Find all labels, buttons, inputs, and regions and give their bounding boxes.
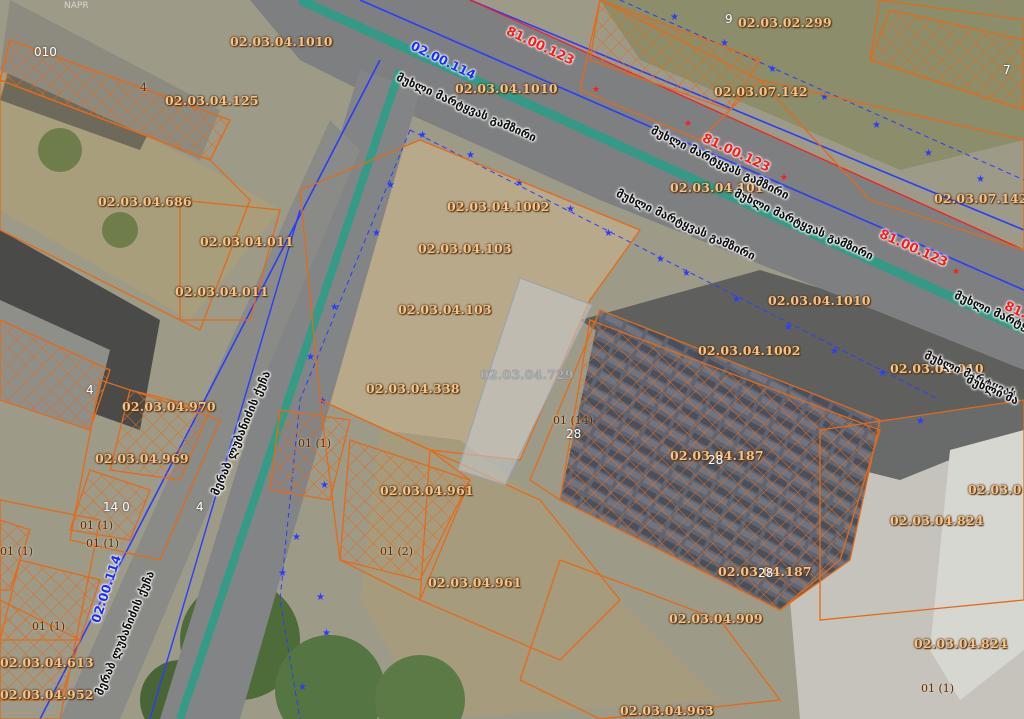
building-number: 28 (758, 566, 774, 580)
svg-text:★: ★ (682, 268, 691, 279)
parcel-label[interactable]: 02.03.04.338 (366, 381, 460, 396)
svg-text:★: ★ (976, 174, 985, 185)
svg-text:★: ★ (878, 368, 887, 379)
svg-text:★: ★ (566, 204, 575, 215)
parcel-label[interactable]: 02.03.04.969 (95, 451, 189, 466)
building-number: 01 (1) (921, 682, 955, 695)
svg-text:★: ★ (916, 416, 925, 427)
svg-text:★: ★ (372, 228, 381, 239)
parcel-label[interactable]: 02.03.04.011 (200, 234, 294, 249)
building-number: 01 (14) (553, 414, 594, 427)
parcel-label[interactable]: 02.03.04.729 (480, 367, 574, 382)
svg-text:★: ★ (784, 322, 793, 333)
building-number: 14 0 (103, 500, 130, 514)
svg-text:★: ★ (830, 346, 839, 357)
svg-text:★: ★ (386, 180, 395, 191)
building-number: 28 (566, 427, 582, 441)
parcel-label[interactable]: 02.03.04.909 (669, 611, 763, 626)
parcel-label[interactable]: 02.03.04.824 (914, 636, 1008, 651)
building-number: 9 (725, 12, 733, 26)
svg-text:★: ★ (768, 64, 777, 75)
cadastral-map[interactable]: ★ ★ ★ ★ ★ ★ ★ ★ ★ ★ ★ ★ ★ ★ ★ ★ ★ ★ ★ ★ ★ ★ ★ ★ ★ ★ ★ ★ ★ ★ (0, 0, 1024, 719)
svg-text:★: ★ (322, 628, 331, 639)
building-number: 01 (1) (32, 620, 66, 633)
building-number: 7 (1003, 63, 1011, 77)
svg-text:★: ★ (604, 228, 613, 239)
parcel-label[interactable]: 02.03.04.1010 (768, 293, 871, 308)
building-number: 4 (196, 500, 204, 514)
svg-text:★: ★ (316, 592, 325, 603)
watermark: NAPR (64, 1, 89, 11)
svg-text:★: ★ (330, 302, 339, 313)
svg-text:★: ★ (872, 120, 881, 131)
building-number: 01 (1) (298, 437, 332, 450)
parcel-label[interactable]: 02.03.04.970 (122, 399, 216, 414)
parcel-label[interactable]: 02.03.02.299 (738, 15, 832, 30)
parcel-label[interactable]: 02.03.04.1002 (698, 343, 801, 358)
parcel-label[interactable]: 02.03.04.961 (380, 483, 474, 498)
svg-text:★: ★ (670, 12, 679, 23)
parcel-label[interactable]: 02.03.04.686 (98, 194, 192, 209)
parcel-label[interactable]: 02.03.04.103 (418, 241, 512, 256)
parcel-label[interactable]: 02.03.04.125 (165, 93, 259, 108)
svg-text:★: ★ (292, 532, 301, 543)
svg-text:★: ★ (780, 173, 788, 183)
building-number: 01 (2) (380, 545, 414, 558)
svg-text:★: ★ (298, 682, 307, 693)
parcel-label[interactable]: 02.03.07.142 (714, 84, 808, 99)
tree (38, 128, 82, 172)
map-canvas: ★★★★ ★★★★ ★★★★ ★★★★ ★★★ ★ ★★ ★ ★★★ ★ ★★ ★ (0, 0, 1024, 719)
parcel-label[interactable]: 02.03.04.1010 (230, 34, 333, 49)
svg-text:★: ★ (306, 352, 315, 363)
svg-text:★: ★ (278, 568, 287, 579)
svg-text:★: ★ (952, 267, 960, 277)
parcel-label[interactable]: 02.03.04.824 (890, 513, 984, 528)
building-number: 010 (34, 45, 57, 59)
tree (102, 212, 138, 248)
building-number: 4 (86, 383, 94, 397)
parcel-label[interactable]: 02.03.04.963 (620, 703, 714, 718)
building-number: 01 (1) (0, 545, 34, 558)
svg-text:★: ★ (592, 85, 600, 95)
parcel-label[interactable]: 02.03.04.011 (175, 284, 269, 299)
building-number: 01 (1) (86, 537, 120, 550)
svg-text:★: ★ (656, 254, 665, 265)
parcel-label[interactable]: 02.03.04.952 (0, 687, 94, 702)
building-number: 4 (140, 81, 147, 94)
parcel-label[interactable]: 02.03.0 (968, 482, 1022, 497)
parcel-label[interactable]: 02.03.04.961 (428, 575, 522, 590)
building-number: 01 (1) (80, 519, 114, 532)
parcel-label[interactable]: 02.03.04.1010 (455, 81, 558, 96)
svg-text:★: ★ (418, 130, 427, 141)
parcel-label[interactable]: 02.03.04.103 (398, 302, 492, 317)
svg-text:★: ★ (732, 294, 741, 305)
parcel-label[interactable]: 02.03.04.1002 (447, 199, 550, 214)
parcel-label[interactable]: 02.03.07.142 (934, 191, 1024, 206)
parcel-label[interactable]: 02.03.04.613 (0, 655, 94, 670)
svg-text:★: ★ (684, 119, 692, 129)
building-number: 28 (708, 453, 724, 467)
svg-text:★: ★ (924, 148, 933, 159)
